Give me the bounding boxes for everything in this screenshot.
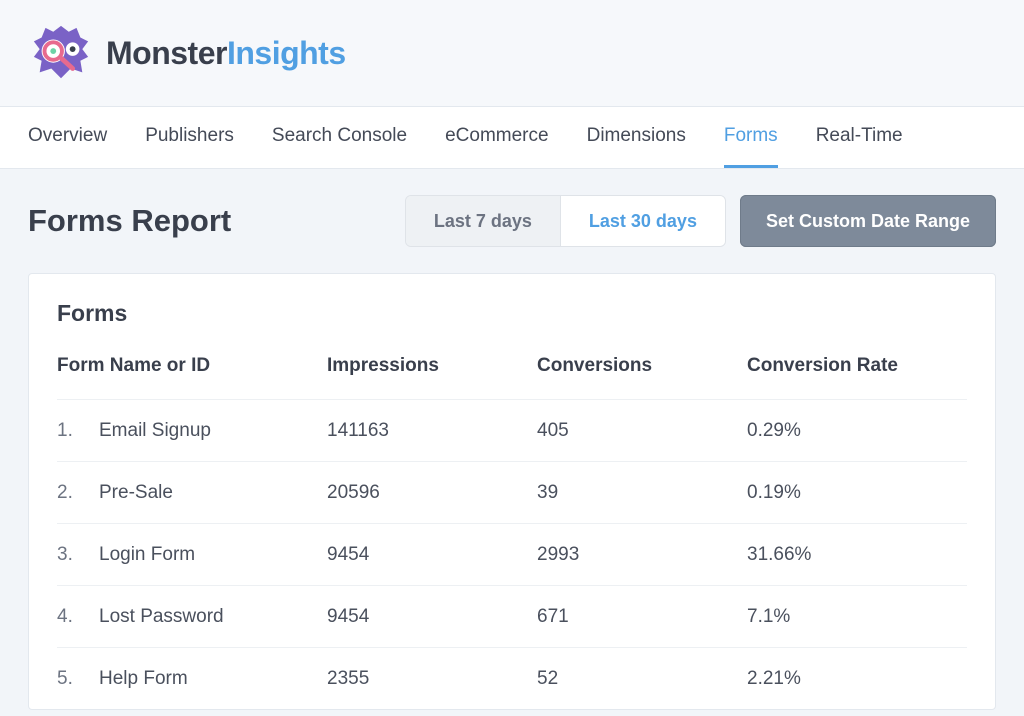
brand-part1: Monster [106,35,227,71]
tab-ecommerce[interactable]: eCommerce [445,107,548,168]
tab-dimensions[interactable]: Dimensions [587,107,686,168]
row-conversions: 2993 [537,544,747,566]
row-index: 1. [57,420,99,442]
table-row: 5.Help Form2355522.21% [57,647,967,709]
col-impressions: Impressions [327,355,537,377]
app-header: MonsterInsights [0,0,1024,106]
table-row: 2.Pre-Sale20596390.19% [57,461,967,523]
nav-tabs: Overview Publishers Search Console eCommerc… [0,106,1024,169]
tab-publishers[interactable]: Publishers [145,107,234,168]
row-impressions: 9454 [327,544,537,566]
brand-part2: Insights [227,35,346,71]
row-index: 2. [57,482,99,504]
row-conversion-rate: 2.21% [747,668,967,690]
row-form-name: Login Form [99,544,327,566]
row-conversion-rate: 31.66% [747,544,967,566]
table-row: 1.Email Signup1411634050.29% [57,399,967,461]
date-range-last-7-days[interactable]: Last 7 days [406,196,560,246]
row-conversions: 39 [537,482,747,504]
date-range-last-30-days[interactable]: Last 30 days [560,196,725,246]
custom-date-range-button[interactable]: Set Custom Date Range [740,195,996,247]
report-toolbar: Forms Report Last 7 daysLast 30 days Set… [0,169,1024,265]
tab-forms[interactable]: Forms [724,107,778,168]
logo-icon [30,22,92,84]
tab-real-time[interactable]: Real-Time [816,107,903,168]
row-impressions: 141163 [327,420,537,442]
col-form-name: Form Name or ID [57,355,327,377]
row-form-name: Help Form [99,668,327,690]
table-header: Form Name or ID Impressions Conversions … [57,355,967,399]
date-range-group: Last 7 daysLast 30 days [405,195,726,247]
row-conversion-rate: 0.29% [747,420,967,442]
tab-search-console[interactable]: Search Console [272,107,407,168]
row-form-name: Pre-Sale [99,482,327,504]
page-title: Forms Report [28,203,231,239]
col-conversions: Conversions [537,355,747,377]
row-impressions: 9454 [327,606,537,628]
row-conversions: 671 [537,606,747,628]
brand-name: MonsterInsights [106,35,346,72]
table-row: 3.Login Form9454299331.66% [57,523,967,585]
row-conversions: 405 [537,420,747,442]
table-body: 1.Email Signup1411634050.29%2.Pre-Sale20… [57,399,967,709]
table-row: 4.Lost Password94546717.1% [57,585,967,647]
row-form-name: Lost Password [99,606,327,628]
row-conversion-rate: 7.1% [747,606,967,628]
row-impressions: 2355 [327,668,537,690]
col-conversion-rate: Conversion Rate [747,355,967,377]
tab-overview[interactable]: Overview [28,107,107,168]
row-impressions: 20596 [327,482,537,504]
row-index: 5. [57,668,99,690]
card-title: Forms [57,300,967,327]
row-conversions: 52 [537,668,747,690]
row-index: 4. [57,606,99,628]
forms-card: Forms Form Name or ID Impressions Conver… [28,273,996,710]
row-index: 3. [57,544,99,566]
row-form-name: Email Signup [99,420,327,442]
row-conversion-rate: 0.19% [747,482,967,504]
